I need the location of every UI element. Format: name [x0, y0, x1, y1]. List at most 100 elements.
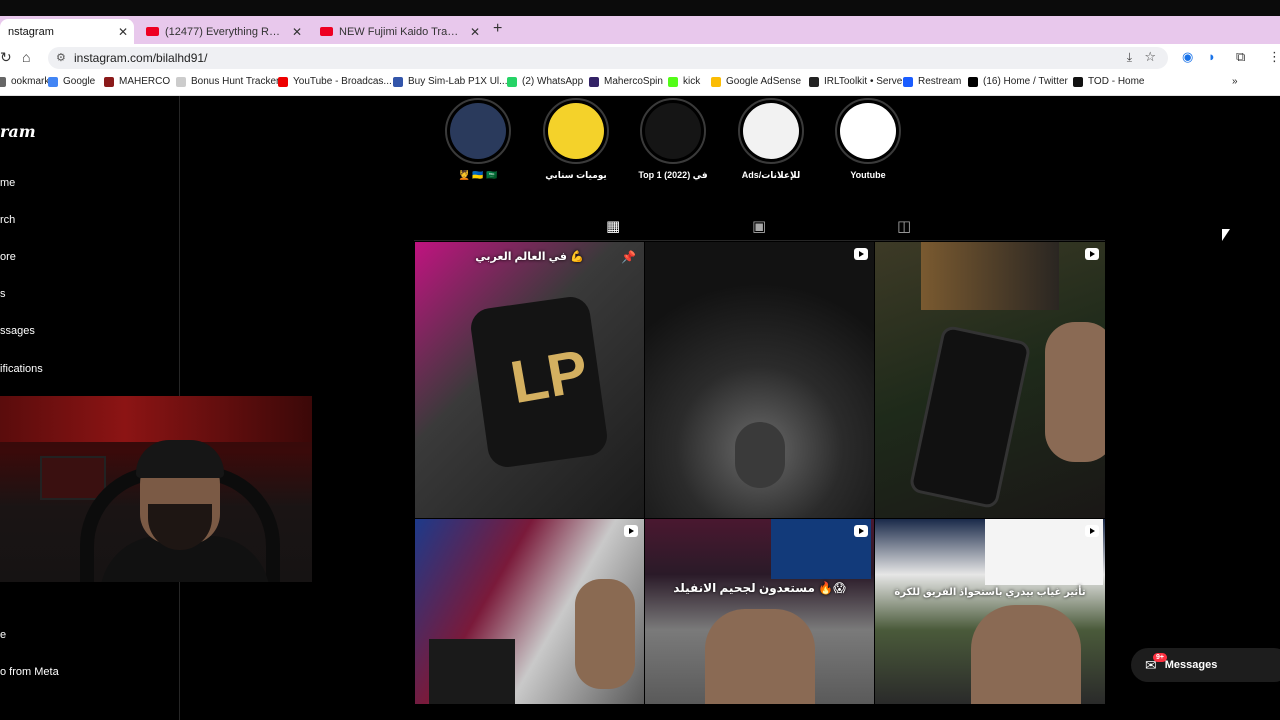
post-face [705, 609, 815, 704]
tagged-icon[interactable]: ◫ [897, 217, 911, 235]
story-highlight[interactable]: يوميات سنابي [536, 98, 616, 181]
bookmark-item[interactable]: Restream [903, 76, 961, 87]
post-face [575, 579, 635, 689]
highlight-cover [548, 103, 604, 159]
adsense-icon [711, 76, 721, 87]
instagram-logo[interactable]: ram [0, 122, 36, 141]
tab-title: NEW Fujimi Kaido Track is Simp [339, 25, 478, 38]
bookmark-label: (16) Home / Twitter [983, 76, 1068, 87]
webcam-cap [136, 440, 224, 478]
sidebar-item-search[interactable]: rch [0, 214, 15, 226]
post-inset-video [429, 639, 515, 704]
bookmark-item[interactable]: (2) WhatsApp [507, 76, 583, 87]
site-info-icon[interactable]: ⚙ [56, 51, 66, 64]
post-lp-logo: LP [505, 336, 593, 417]
post-tile[interactable]: LP في العالم العربي 💪 📌 [415, 242, 644, 518]
address-bar[interactable]: ⚙ instagram.com/bilalhd91/ ⤓ ☆ [48, 47, 1168, 69]
tab-title: (12477) Everything Revealed - N [165, 25, 300, 38]
highlight-label: Ads/للإعلانات [741, 170, 801, 180]
messages-label: Messages [1164, 659, 1218, 671]
voice-icon[interactable]: ◗ [1208, 49, 1216, 64]
reload-icon[interactable]: ↻ [0, 49, 12, 66]
tab-youtube-1[interactable]: (12477) Everything Revealed - N ✕ [138, 19, 308, 44]
browser-tab-strip: nstagram ✕ (12477) Everything Revealed -… [0, 16, 1280, 44]
bookmark-item[interactable]: kick [668, 76, 700, 87]
menu-icon[interactable]: ⋮ [1268, 49, 1280, 65]
story-highlight[interactable]: Youtube [828, 98, 908, 180]
sidebar-item-also-from-meta[interactable]: o from Meta [0, 666, 59, 678]
extension-icon[interactable]: ◉ [1182, 49, 1193, 65]
bookmark-item[interactable]: IRLToolkit • Server [809, 76, 906, 87]
home-icon[interactable]: ⌂ [22, 49, 30, 65]
bookmark-label: Buy Sim-Lab P1X Ul... [408, 76, 508, 87]
kick-icon [668, 76, 678, 87]
video-badge-icon [1085, 525, 1099, 537]
highlight-ring [445, 98, 511, 164]
bookmark-item[interactable]: MAHERCO [104, 76, 170, 87]
bookmark-item[interactable]: Buy Sim-Lab P1X Ul... [393, 76, 507, 87]
story-highlight[interactable]: 💆 🇺🇦 🇸🇦 [438, 98, 518, 181]
sidebar-item-explore[interactable]: ore [0, 251, 16, 263]
sidebar-item-messages[interactable]: ssages [0, 325, 35, 337]
bookmark-item[interactable]: Bonus Hunt Tracker [176, 76, 279, 87]
bookmark-item[interactable]: MahercoSpin [589, 76, 663, 87]
youtube-icon [146, 27, 159, 36]
bookmark-item[interactable]: YouTube - Broadcas... [278, 76, 392, 87]
highlight-label: 💆 🇺🇦 🇸🇦 [458, 170, 498, 180]
simlab-icon [393, 76, 403, 87]
install-app-icon[interactable]: ⤓ [1127, 50, 1132, 65]
bookmark-label: YouTube - Broadcas... [293, 76, 392, 87]
video-badge-icon [854, 248, 868, 260]
reels-icon[interactable]: ▣ [752, 217, 766, 235]
new-tab-button[interactable]: + [493, 20, 502, 38]
bookmarks-bar: ookmarks Google MAHERCO Bonus Hunt Tracker Y… [0, 72, 1280, 96]
folder-icon [0, 76, 6, 87]
google-icon [48, 76, 58, 87]
bookmark-label: Bonus Hunt Tracker [191, 76, 280, 87]
post-tile[interactable] [645, 242, 874, 518]
mouse-cursor-icon [1222, 229, 1230, 241]
post-tile[interactable] [875, 242, 1105, 518]
post-caption: مستعدون لجحيم الانفيلد 🔥😱 [673, 581, 846, 595]
post-tile[interactable] [415, 519, 644, 704]
sidebar-item-notifications[interactable]: ifications [0, 363, 43, 375]
messages-count-badge: 9+ [1153, 653, 1167, 662]
url-text: instagram.com/bilalhd91/ [74, 51, 208, 65]
bookmark-item[interactable]: Google AdSense [711, 76, 801, 87]
highlight-label: Youtube [850, 170, 886, 180]
bookmark-label: kick [683, 76, 701, 87]
post-caption: تأثير غياب بيدري باستحواذ الفريق للكرة [894, 587, 1086, 598]
post-face [735, 422, 785, 488]
sidebar-item-reels[interactable]: s [0, 288, 6, 300]
webcam-wall [0, 396, 312, 442]
grid-icon[interactable]: ▦ [606, 217, 620, 235]
bookmark-item[interactable]: Google [48, 76, 95, 87]
bookmark-item[interactable]: ookmarks [0, 76, 54, 87]
x-icon [968, 76, 978, 87]
extensions-puzzle-icon[interactable]: ⧉ [1236, 49, 1245, 65]
bookmark-item[interactable]: TOD - Home [1073, 76, 1145, 87]
close-tab-icon[interactable]: ✕ [118, 25, 128, 39]
post-tile[interactable]: تأثير غياب بيدري باستحواذ الفريق للكرة [875, 519, 1105, 704]
bookmarks-overflow-icon[interactable]: » [1232, 76, 1238, 87]
close-tab-icon[interactable]: ✕ [292, 25, 302, 39]
bookmark-star-icon[interactable]: ☆ [1144, 49, 1156, 65]
bookmark-item[interactable]: (16) Home / Twitter [968, 76, 1068, 87]
tab-title: nstagram [8, 25, 54, 38]
post-tile[interactable]: مستعدون لجحيم الانفيلد 🔥😱 [645, 519, 874, 704]
story-highlight[interactable]: Top 1 في (2022) [633, 98, 713, 181]
profile-tabs-divider [414, 240, 1105, 241]
sidebar-item-home[interactable]: me [0, 177, 15, 189]
tab-youtube-2[interactable]: NEW Fujimi Kaido Track is Simp ✕ [312, 19, 486, 44]
tab-instagram[interactable]: nstagram ✕ [0, 19, 134, 44]
bookmark-label: (2) WhatsApp [522, 76, 584, 87]
close-tab-icon[interactable]: ✕ [470, 25, 480, 39]
bookmark-label: MAHERCO [119, 76, 171, 87]
messages-button[interactable]: ✉ 9+ Messages [1131, 648, 1280, 682]
story-highlight[interactable]: Ads/للإعلانات [731, 98, 811, 181]
post-caption: في العالم العربي 💪 [475, 251, 584, 263]
sidebar-item-more[interactable]: e [0, 629, 6, 641]
page-icon [176, 76, 186, 87]
restream-icon [903, 76, 913, 87]
video-badge-icon [1085, 248, 1099, 260]
